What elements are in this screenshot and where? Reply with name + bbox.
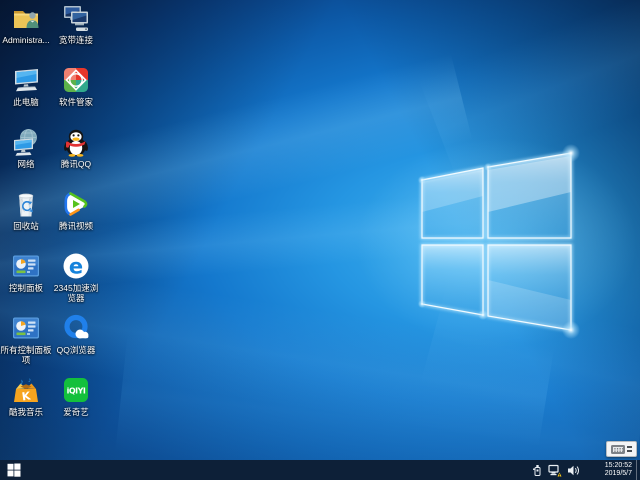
system-tray — [532, 464, 580, 477]
network-globe-icon — [11, 127, 41, 157]
kuwo-music-icon: K ♪ ♪ — [11, 375, 41, 405]
icon-label: 腾讯QQ — [50, 159, 102, 169]
icon-label: 控制面板 — [0, 283, 52, 293]
qq-penguin-icon — [61, 127, 91, 157]
desktop-icon-kuwo-music[interactable]: K ♪ ♪ 酷我音乐 — [0, 375, 52, 417]
icon-label: 回收站 — [0, 221, 52, 231]
network-status-icon[interactable] — [548, 464, 562, 477]
svg-text:iQIYI: iQIYI — [67, 387, 86, 396]
desktop-icon-this-pc[interactable]: 此电脑 — [0, 65, 52, 107]
svg-text:♪: ♪ — [20, 377, 24, 387]
start-button[interactable] — [0, 460, 28, 480]
qq-browser-icon — [61, 313, 91, 343]
desktop-icon-recycle-bin[interactable]: 回收站 — [0, 189, 52, 231]
control-panel-icon — [11, 251, 41, 281]
show-desktop-button[interactable] — [636, 460, 640, 480]
volume-icon[interactable] — [567, 464, 580, 477]
ime-handle — [627, 446, 632, 452]
keyboard-icon — [611, 445, 625, 454]
icon-label: 腾讯视频 — [50, 221, 102, 231]
control-panel-icon — [11, 313, 41, 343]
icon-label: Administra... — [0, 35, 52, 45]
icon-label: 2345加速浏览器 — [50, 283, 102, 303]
desktop-icon-control-panel[interactable]: 控制面板 — [0, 251, 52, 293]
software-manager-icon — [61, 65, 91, 95]
windows-logo-icon — [7, 463, 21, 477]
desktop-icon-administrator[interactable]: Administra... — [0, 3, 52, 45]
desktop-icon-software-manager[interactable]: 软件管家 — [50, 65, 102, 107]
desktop-icon-2345-browser[interactable]: e 2345加速浏览器 — [50, 251, 102, 303]
user-folder-icon — [11, 3, 41, 33]
icon-label: 所有控制面板项 — [0, 345, 52, 365]
tencent-video-icon — [61, 189, 91, 219]
usb-device-icon[interactable] — [532, 464, 543, 477]
icon-label: 酷我音乐 — [0, 407, 52, 417]
computer-icon — [11, 65, 41, 95]
desktop-icon-network[interactable]: 网络 — [0, 127, 52, 169]
iqiyi-icon: iQIYI — [61, 375, 91, 405]
icon-label: 网络 — [0, 159, 52, 169]
desktop-icon-qq-browser[interactable]: QQ浏览器 — [50, 313, 102, 355]
clock-date: 2019/5/7 — [588, 470, 632, 479]
desktop-icon-broadband[interactable]: 宽带连接 — [50, 3, 102, 45]
desktop-icon-all-control-panel-items[interactable]: 所有控制面板项 — [0, 313, 52, 365]
svg-text:♪: ♪ — [28, 377, 31, 384]
icon-label: QQ浏览器 — [50, 345, 102, 355]
clock-time: 15:20:52 — [588, 462, 632, 471]
svg-text:e: e — [69, 255, 83, 279]
icon-label: 宽带连接 — [50, 35, 102, 45]
icon-label: 爱奇艺 — [50, 407, 102, 417]
icon-label: 此电脑 — [0, 97, 52, 107]
desktop-icon-iqiyi[interactable]: iQIYI 爱奇艺 — [50, 375, 102, 417]
icon-label: 软件管家 — [50, 97, 102, 107]
recycle-bin-icon — [11, 189, 41, 219]
desktop-icon-tencent-video[interactable]: 腾讯视频 — [50, 189, 102, 231]
windows-desktop: Administra... 宽带连接 此电脑 — [0, 0, 640, 480]
2345-browser-icon: e — [61, 251, 91, 281]
taskbar-clock[interactable]: 15:20:52 2019/5/7 — [588, 462, 632, 479]
broadband-connection-icon — [61, 3, 91, 33]
ime-toolbar[interactable] — [606, 441, 637, 457]
taskbar: 15:20:52 2019/5/7 — [0, 460, 640, 480]
desktop-icon-tencent-qq[interactable]: 腾讯QQ — [50, 127, 102, 169]
